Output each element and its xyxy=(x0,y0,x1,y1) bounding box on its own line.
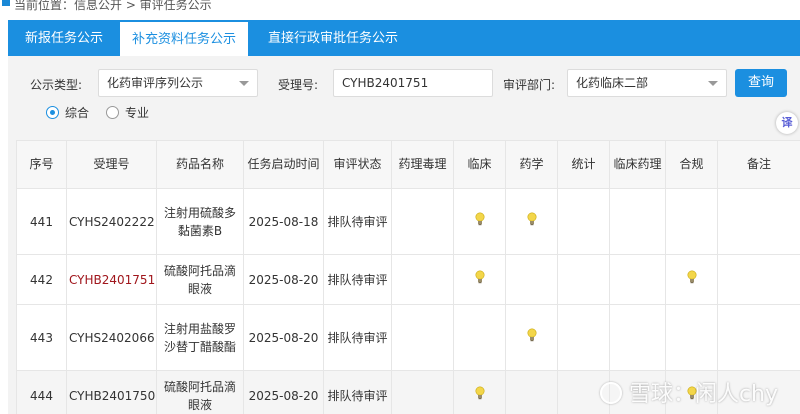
radio-comprehensive[interactable]: 综合 xyxy=(46,104,89,121)
tab-bar: 新报任务公示 补充资料任务公示 直接行政审批任务公示 xyxy=(8,20,800,56)
radio-specialty-label: 专业 xyxy=(125,106,150,120)
cell-pharm-tox xyxy=(391,254,454,305)
col-header-pharmacy: 药学 xyxy=(505,140,558,189)
dept-select[interactable]: 化药临床二部 xyxy=(567,69,727,97)
cell-clinical-pharm xyxy=(609,304,666,371)
col-header-clinical: 临床 xyxy=(453,140,506,189)
cell-status: 排队待审评 xyxy=(323,188,392,255)
cell-pharm-tox xyxy=(391,370,454,414)
cell-no: 442 xyxy=(16,254,67,305)
cell-statistics xyxy=(557,188,610,255)
table-header-row: 序号 受理号 药品名称 任务启动时间 审评状态 药理毒理 临床 药学 统计 临床… xyxy=(16,140,800,189)
radio-comprehensive-label: 综合 xyxy=(65,106,90,120)
tab-direct-approval-tasks[interactable]: 直接行政审批任务公示 xyxy=(248,20,418,56)
table-row: 443 CYHS2402066 注射用盐酸罗沙替丁醋酸酯 2025-08-20 排队待审… xyxy=(16,304,800,371)
tab-new-tasks[interactable]: 新报任务公示 xyxy=(8,20,120,56)
cell-clinical xyxy=(453,370,506,414)
cell-status: 排队待审评 xyxy=(323,254,392,305)
table-row: 441 CYHS2402222 注射用硫酸多黏菌素B 2025-08-18 排队待审评 xyxy=(16,188,800,255)
radio-specialty[interactable]: 专业 xyxy=(106,104,149,121)
dept-label: 审评部门: xyxy=(503,78,556,92)
cell-drug-name: 注射用盐酸罗沙替丁醋酸酯 xyxy=(156,304,244,371)
cell-clinical xyxy=(453,304,506,371)
chevron-down-icon xyxy=(708,81,718,86)
cell-note xyxy=(717,304,800,371)
cell-start-time: 2025-08-20 xyxy=(243,370,324,414)
cell-clinical xyxy=(453,188,506,255)
col-header-statistics: 统计 xyxy=(557,140,610,189)
table-row: 442 CYHB2401751 硫酸阿托品滴眼液 2025-08-20 排队待审评 xyxy=(16,254,800,305)
cell-drug-name: 注射用硫酸多黏菌素B xyxy=(156,188,244,255)
lightbulb-icon xyxy=(686,270,698,284)
query-button[interactable]: 查询 xyxy=(735,69,787,97)
cell-pharmacy xyxy=(505,304,558,371)
cell-note xyxy=(717,254,800,305)
type-select-value: 化药审评序列公示 xyxy=(107,76,204,90)
task-table: 序号 受理号 药品名称 任务启动时间 审评状态 药理毒理 临床 药学 统计 临床… xyxy=(16,140,800,414)
lightbulb-icon xyxy=(526,212,538,226)
cell-status: 排队待审评 xyxy=(323,304,392,371)
col-header-clinical-pharm: 临床药理 xyxy=(609,140,666,189)
type-label: 公示类型: xyxy=(30,78,83,92)
breadcrumb: 当前位置：信息公开 > 审评任务公示 xyxy=(0,0,800,18)
cell-clinical-pharm xyxy=(609,254,666,305)
cell-accept-no: CYHS2402222 xyxy=(66,188,157,255)
xueqiu-logo-icon xyxy=(600,382,622,404)
cell-start-time: 2025-08-18 xyxy=(243,188,324,255)
type-select[interactable]: 化药审评序列公示 xyxy=(98,69,258,97)
col-header-note: 备注 xyxy=(717,140,800,189)
col-header-start-time: 任务启动时间 xyxy=(243,140,324,189)
cell-pharm-tox xyxy=(391,188,454,255)
cell-drug-name: 硫酸阿托品滴眼液 xyxy=(156,254,244,305)
accept-no-input[interactable]: CYHB2401751 xyxy=(333,69,493,97)
col-header-accept-no: 受理号 xyxy=(66,140,157,189)
cell-status: 排队待审评 xyxy=(323,370,392,414)
cell-accept-no: CYHB2401751 xyxy=(66,254,157,305)
col-header-drug-name: 药品名称 xyxy=(156,140,244,189)
home-icon xyxy=(2,0,10,6)
lightbulb-icon xyxy=(474,212,486,226)
col-header-pharm-tox: 药理毒理 xyxy=(391,140,454,189)
cell-pharmacy xyxy=(505,254,558,305)
cell-start-time: 2025-08-20 xyxy=(243,254,324,305)
col-header-compliance: 合规 xyxy=(665,140,718,189)
cell-compliance xyxy=(665,254,718,305)
cell-compliance xyxy=(665,304,718,371)
lightbulb-icon xyxy=(474,386,486,400)
chevron-down-icon xyxy=(239,81,249,86)
breadcrumb-text: 当前位置：信息公开 > 审评任务公示 xyxy=(14,0,212,12)
cell-pharmacy xyxy=(505,370,558,414)
accept-no-label: 受理号: xyxy=(278,78,319,92)
cell-accept-no: CYHS2402066 xyxy=(66,304,157,371)
col-header-status: 审评状态 xyxy=(323,140,392,189)
cell-no: 444 xyxy=(16,370,67,414)
cell-compliance xyxy=(665,188,718,255)
cell-clinical-pharm xyxy=(609,188,666,255)
lightbulb-icon xyxy=(526,328,538,342)
cell-no: 441 xyxy=(16,188,67,255)
cell-note xyxy=(717,188,800,255)
radio-circle xyxy=(46,106,59,119)
cell-statistics xyxy=(557,304,610,371)
tab-supplement-tasks[interactable]: 补充资料任务公示 xyxy=(120,22,248,56)
watermark: 雪球：闲人chy xyxy=(628,382,778,407)
dept-select-value: 化药临床二部 xyxy=(576,76,649,90)
cell-start-time: 2025-08-20 xyxy=(243,304,324,371)
cell-pharmacy xyxy=(505,188,558,255)
cell-no: 443 xyxy=(16,304,67,371)
radio-circle xyxy=(106,106,119,119)
cell-drug-name: 硫酸阿托品滴眼液 xyxy=(156,370,244,414)
col-header-no: 序号 xyxy=(16,140,67,189)
translate-badge[interactable]: 译 xyxy=(776,112,798,134)
cell-statistics xyxy=(557,254,610,305)
cell-clinical xyxy=(453,254,506,305)
lightbulb-icon xyxy=(474,270,486,284)
cell-pharm-tox xyxy=(391,304,454,371)
cell-accept-no: CYHB2401750 xyxy=(66,370,157,414)
